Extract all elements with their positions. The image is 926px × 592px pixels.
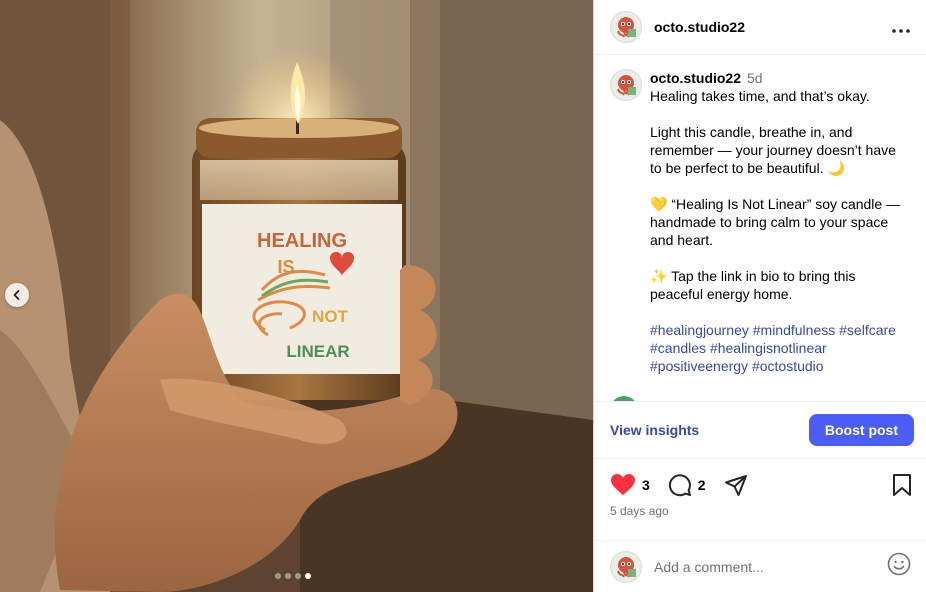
carousel-dot-active (305, 573, 311, 579)
share-button[interactable] (724, 473, 748, 497)
comment-avatar (610, 550, 642, 583)
chevron-left-icon (13, 290, 20, 300)
carousel-indicator (275, 573, 311, 579)
octopus-logo-icon (617, 17, 636, 38)
header-username[interactable]: octo.studio22 (654, 19, 892, 35)
caption-paragraph-2: Light this candle, breathe in, and remem… (650, 124, 896, 176)
hashtag-link[interactable]: #selfcare (839, 322, 896, 338)
hashtag-link[interactable]: #candles (650, 340, 706, 356)
hashtag-link[interactable]: #octostudio (752, 358, 824, 374)
comment-count: 2 (697, 477, 706, 493)
carousel-dot (285, 573, 291, 579)
post-header: octo.studio22 (594, 0, 926, 55)
heart-icon (611, 474, 635, 495)
like-button[interactable]: 3 (610, 473, 650, 497)
caption-hashtags: #healingjourney #mindfulness #selfcare #… (650, 321, 910, 375)
insights-bar: View insights Boost post (594, 401, 926, 459)
candle-photo: HEALING IS NOT LINEAR (0, 0, 593, 592)
label-linear: LINEAR (286, 342, 349, 361)
label-not: NOT (312, 307, 349, 326)
caption-avatar[interactable] (610, 69, 642, 101)
octopus-logo-icon (617, 556, 636, 578)
comment-button[interactable]: 2 (668, 473, 706, 497)
boost-post-button[interactable]: Boost post (808, 414, 914, 446)
save-button[interactable] (892, 474, 912, 496)
comment-icon (668, 474, 691, 497)
more-icon[interactable] (892, 18, 910, 36)
emoji-button[interactable] (887, 552, 911, 581)
post-actions: 3 2 (610, 472, 912, 498)
like-count: 3 (642, 477, 650, 493)
carousel-dot (295, 573, 301, 579)
post-date: 5 days ago (610, 504, 669, 518)
bookmark-icon (893, 474, 911, 496)
caption-paragraph-4: ✨ Tap the link in bio to bring this peac… (650, 268, 856, 302)
comment-bar (594, 540, 926, 592)
caption-username[interactable]: octo.studio22 (650, 70, 741, 86)
caption-paragraph-3: 💛 “Healing Is Not Linear” soy candle — h… (650, 196, 901, 248)
post-details-panel: octo.studio22 octo.studio22 5d Healing ta… (593, 0, 926, 592)
carousel-dot (275, 573, 281, 579)
octopus-logo-icon (617, 75, 636, 96)
view-insights-link[interactable]: View insights (610, 422, 699, 438)
caption-text: octo.studio22 5d Healing takes time, and … (650, 69, 910, 375)
avatar[interactable] (610, 11, 642, 43)
hashtag-link[interactable]: #positiveenergy (650, 358, 748, 374)
comment-input[interactable] (654, 558, 887, 575)
hashtag-link[interactable]: #healingjourney (650, 322, 749, 338)
post-image[interactable]: HEALING IS NOT LINEAR (0, 0, 593, 592)
hashtag-link[interactable]: #healingisnotlinear (710, 340, 827, 356)
caption-section: octo.studio22 5d Healing takes time, and … (594, 55, 926, 401)
caption-timestamp: 5d (747, 70, 763, 86)
share-icon (724, 475, 747, 496)
hashtag-link[interactable]: #mindfulness (753, 322, 836, 338)
emoji-icon (887, 552, 911, 576)
carousel-prev-button[interactable] (5, 283, 29, 307)
caption-line-1: Healing takes time, and that’s okay. (650, 88, 870, 104)
label-healing: HEALING (257, 230, 347, 252)
